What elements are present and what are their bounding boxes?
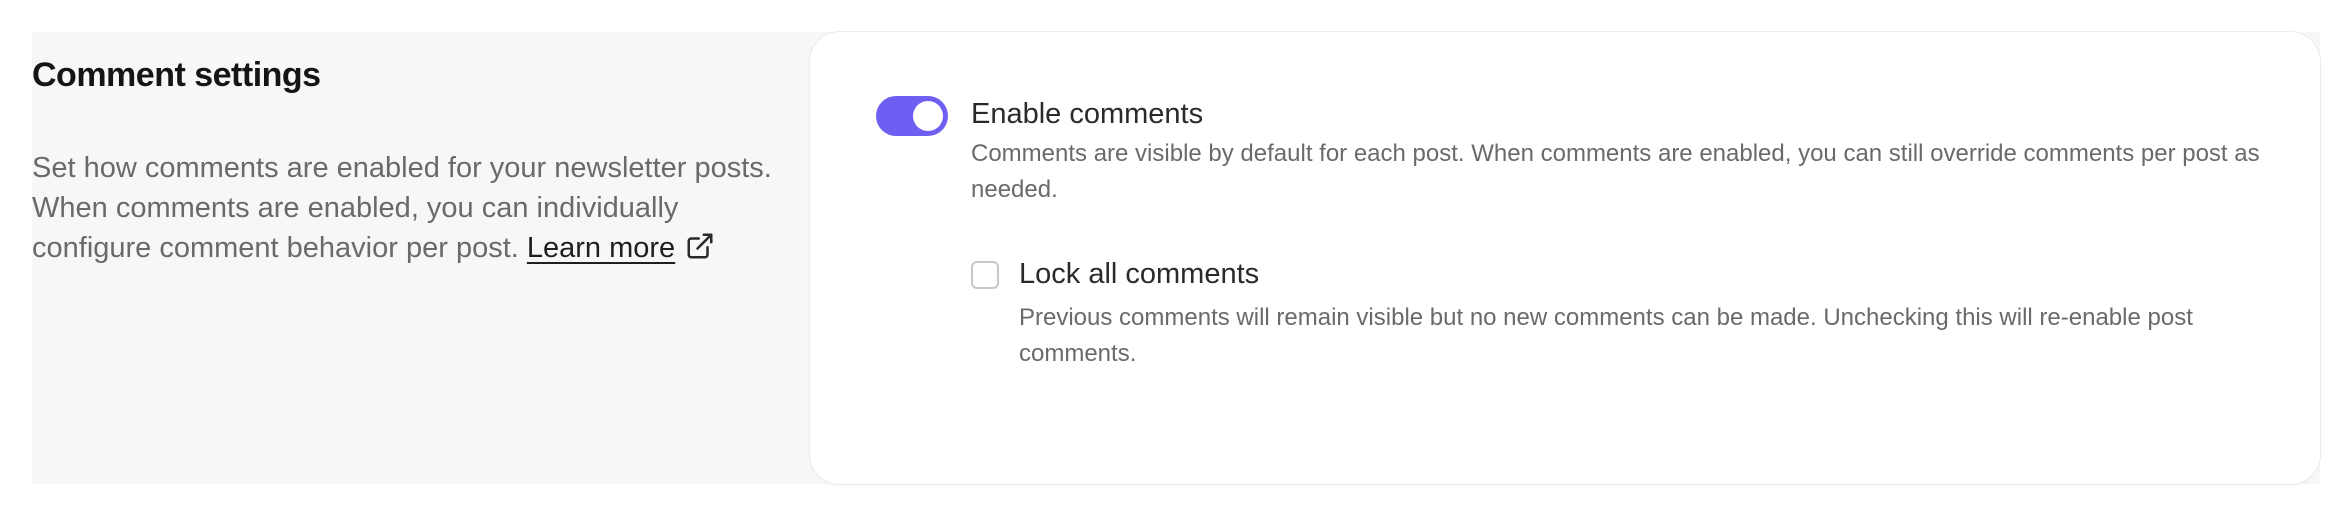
- enable-comments-description: Comments are visible by default for each…: [971, 140, 2260, 203]
- section-description: Set how comments are enabled for your ne…: [32, 148, 772, 268]
- external-link-icon[interactable]: [685, 231, 715, 261]
- section-info-column: Comment settings Set how comments are en…: [32, 32, 772, 484]
- learn-more-link[interactable]: Learn more: [527, 232, 675, 264]
- lock-all-comments-description: Previous comments will remain visible bu…: [1019, 304, 2193, 367]
- toggle-knob: [913, 101, 943, 131]
- lock-all-comments-checkbox[interactable]: [971, 261, 999, 289]
- comment-settings-card: Enable comments Comments are visible by …: [810, 32, 2320, 484]
- lock-all-comments-title: Lock all comments: [1019, 258, 1260, 290]
- section-title: Comment settings: [32, 56, 321, 94]
- enable-comments-title: Enable comments: [971, 98, 1204, 130]
- enable-comments-toggle[interactable]: [876, 96, 948, 136]
- comment-settings-section: Comment settings Set how comments are en…: [32, 32, 2320, 484]
